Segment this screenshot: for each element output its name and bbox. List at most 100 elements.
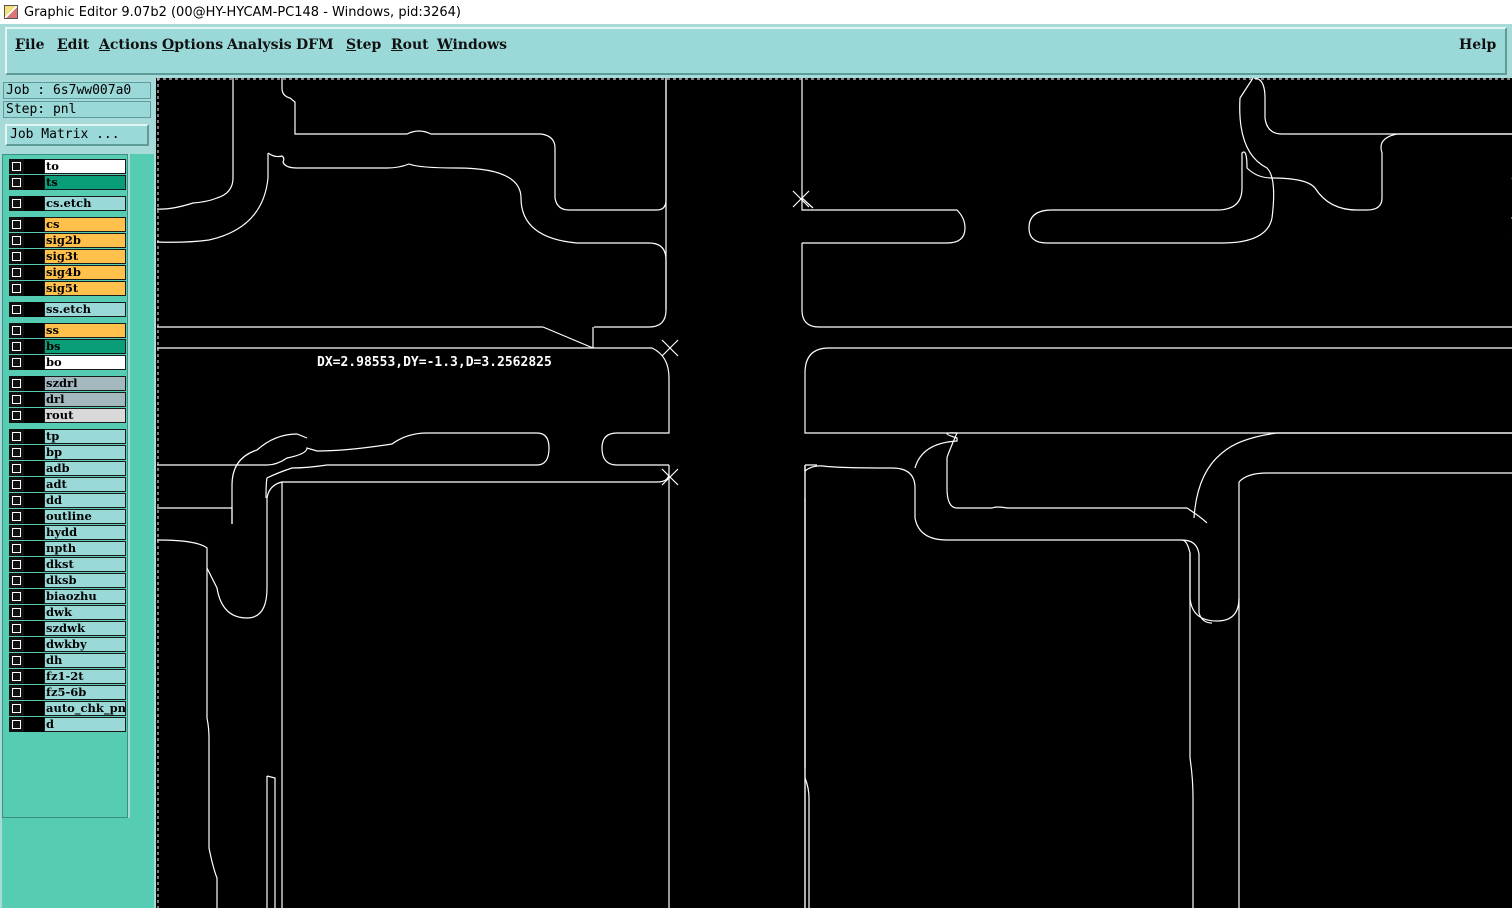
layer-checkbox[interactable] <box>9 717 24 732</box>
layer-affected-indicator[interactable] <box>24 541 44 556</box>
layer-name[interactable]: szdrl <box>44 376 126 391</box>
layer-name[interactable]: cs.etch <box>44 196 126 211</box>
layer-affected-indicator[interactable] <box>24 525 44 540</box>
layer-row-to[interactable]: to <box>7 159 127 174</box>
layer-row-cs.etch[interactable]: cs.etch <box>7 196 127 211</box>
menu-step[interactable]: Step <box>346 37 381 53</box>
layer-checkbox[interactable] <box>9 621 24 636</box>
layer-checkbox[interactable] <box>9 477 24 492</box>
job-matrix-button[interactable]: Job Matrix ... <box>5 124 149 146</box>
layer-checkbox[interactable] <box>9 653 24 668</box>
layer-name[interactable]: ss.etch <box>44 302 126 317</box>
layer-row-sig2b[interactable]: sig2b <box>7 233 127 248</box>
layer-name[interactable]: bs <box>44 339 126 354</box>
layer-name[interactable]: fz1-2t <box>44 669 126 684</box>
layer-affected-indicator[interactable] <box>24 339 44 354</box>
layer-name[interactable]: auto_chk_pnl <box>44 701 126 716</box>
layer-affected-indicator[interactable] <box>24 265 44 280</box>
layer-affected-indicator[interactable] <box>24 653 44 668</box>
menu-windows[interactable]: Windows <box>437 37 507 53</box>
layer-checkbox[interactable] <box>9 175 24 190</box>
layer-name[interactable]: hydd <box>44 525 126 540</box>
layer-row-dwkby[interactable]: dwkby <box>7 637 127 652</box>
layer-checkbox[interactable] <box>9 525 24 540</box>
layer-row-d[interactable]: d <box>7 717 127 732</box>
layer-row-szdrl[interactable]: szdrl <box>7 376 127 391</box>
layer-row-bo[interactable]: bo <box>7 355 127 370</box>
layer-name[interactable]: adb <box>44 461 126 476</box>
layer-name[interactable]: ss <box>44 323 126 338</box>
layer-name[interactable]: sig4b <box>44 265 126 280</box>
layer-checkbox[interactable] <box>9 701 24 716</box>
layer-checkbox[interactable] <box>9 509 24 524</box>
layer-name[interactable]: bo <box>44 355 126 370</box>
layer-affected-indicator[interactable] <box>24 621 44 636</box>
layer-row-tp[interactable]: tp <box>7 429 127 444</box>
layer-name[interactable]: dwkby <box>44 637 126 652</box>
layer-row-fz1-2t[interactable]: fz1-2t <box>7 669 127 684</box>
layer-checkbox[interactable] <box>9 573 24 588</box>
layer-row-ts[interactable]: ts <box>7 175 127 190</box>
layer-name[interactable]: sig2b <box>44 233 126 248</box>
layer-row-szdwk[interactable]: szdwk <box>7 621 127 636</box>
layer-row-bs[interactable]: bs <box>7 339 127 354</box>
layer-row-sig4b[interactable]: sig4b <box>7 265 127 280</box>
layer-affected-indicator[interactable] <box>24 509 44 524</box>
layer-affected-indicator[interactable] <box>24 477 44 492</box>
layer-affected-indicator[interactable] <box>24 217 44 232</box>
layer-affected-indicator[interactable] <box>24 408 44 423</box>
menu-file[interactable]: File <box>15 37 45 53</box>
layer-row-fz5-6b[interactable]: fz5-6b <box>7 685 127 700</box>
layer-row-dwk[interactable]: dwk <box>7 605 127 620</box>
layer-row-hydd[interactable]: hydd <box>7 525 127 540</box>
layer-affected-indicator[interactable] <box>24 637 44 652</box>
layer-checkbox[interactable] <box>9 323 24 338</box>
layer-row-rout[interactable]: rout <box>7 408 127 423</box>
layer-checkbox[interactable] <box>9 637 24 652</box>
menu-rout[interactable]: Rout <box>391 37 429 53</box>
graphic-canvas[interactable]: DX=2.98553,DY=-1.3,D=3.2562825 <box>157 78 1512 908</box>
layer-name[interactable]: szdwk <box>44 621 126 636</box>
menu-actions[interactable]: Actions <box>99 37 158 53</box>
layer-checkbox[interactable] <box>9 493 24 508</box>
layer-checkbox[interactable] <box>9 265 24 280</box>
layer-name[interactable]: rout <box>44 408 126 423</box>
layer-affected-indicator[interactable] <box>24 701 44 716</box>
layer-name[interactable]: fz5-6b <box>44 685 126 700</box>
layer-affected-indicator[interactable] <box>24 717 44 732</box>
layer-name[interactable]: dwk <box>44 605 126 620</box>
layer-name[interactable]: sig5t <box>44 281 126 296</box>
layer-row-ss[interactable]: ss <box>7 323 127 338</box>
layer-row-bp[interactable]: bp <box>7 445 127 460</box>
menu-dfm[interactable]: DFM <box>296 37 334 53</box>
layer-row-dksb[interactable]: dksb <box>7 573 127 588</box>
layer-checkbox[interactable] <box>9 355 24 370</box>
layer-checkbox[interactable] <box>9 461 24 476</box>
layer-checkbox[interactable] <box>9 557 24 572</box>
layer-name[interactable]: d <box>44 717 126 732</box>
layer-name[interactable]: sig3t <box>44 249 126 264</box>
layer-name[interactable]: outline <box>44 509 126 524</box>
layer-name[interactable]: dkst <box>44 557 126 572</box>
layer-list-scrollbar[interactable] <box>130 154 154 908</box>
layer-checkbox[interactable] <box>9 196 24 211</box>
layer-row-adb[interactable]: adb <box>7 461 127 476</box>
layer-affected-indicator[interactable] <box>24 233 44 248</box>
layer-affected-indicator[interactable] <box>24 355 44 370</box>
layer-affected-indicator[interactable] <box>24 323 44 338</box>
layer-row-biaozhu[interactable]: biaozhu <box>7 589 127 604</box>
layer-row-outline[interactable]: outline <box>7 509 127 524</box>
layer-checkbox[interactable] <box>9 392 24 407</box>
layer-checkbox[interactable] <box>9 605 24 620</box>
menu-options[interactable]: Options <box>162 37 223 53</box>
layer-affected-indicator[interactable] <box>24 685 44 700</box>
layer-name[interactable]: ts <box>44 175 126 190</box>
layer-name[interactable]: drl <box>44 392 126 407</box>
layer-checkbox[interactable] <box>9 281 24 296</box>
layer-checkbox[interactable] <box>9 445 24 460</box>
layer-checkbox[interactable] <box>9 159 24 174</box>
layer-affected-indicator[interactable] <box>24 281 44 296</box>
layer-checkbox[interactable] <box>9 541 24 556</box>
layer-name[interactable]: to <box>44 159 126 174</box>
layer-row-dh[interactable]: dh <box>7 653 127 668</box>
